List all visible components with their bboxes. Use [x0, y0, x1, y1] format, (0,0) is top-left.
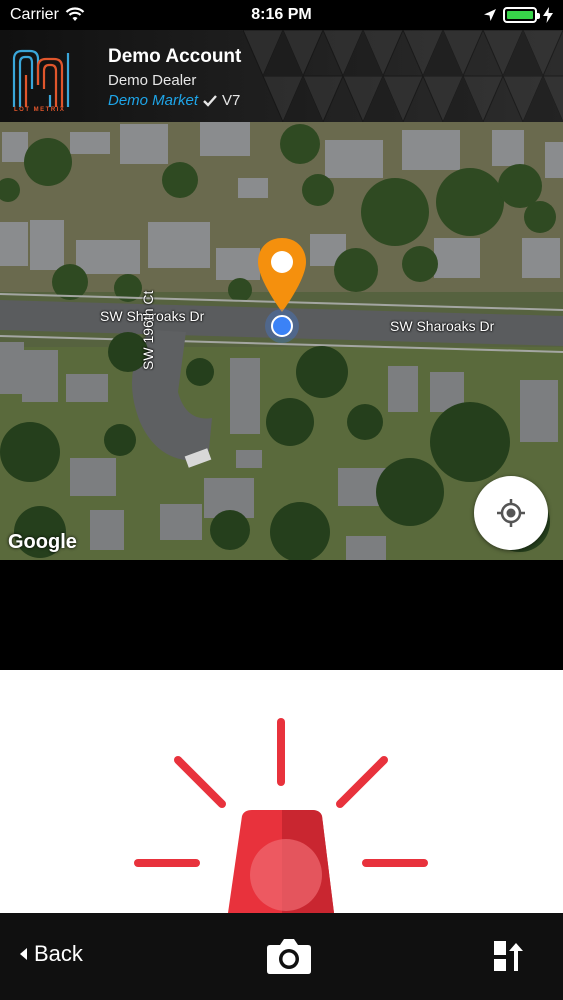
share-upload-icon[interactable] [492, 939, 524, 973]
app-version: V7 [222, 92, 241, 109]
wifi-icon [65, 7, 85, 21]
current-location-dot [271, 315, 293, 337]
status-bar: Carrier 8:16 PM [0, 0, 563, 30]
market-name[interactable]: Demo Market [108, 92, 198, 109]
camera-icon[interactable] [266, 937, 312, 975]
bottom-toolbar: Back [0, 913, 563, 1000]
header-pattern [243, 30, 563, 122]
checkmark-icon [203, 94, 217, 107]
satellite-map[interactable]: SW Sharoaks Dr SW Sharoaks Dr SW 196th C… [0, 122, 563, 560]
carrier-label: Carrier [10, 6, 59, 23]
account-name: Demo Account [108, 46, 242, 67]
market-line: Demo Market V7 [108, 92, 240, 109]
logo-caption: LOT METRIX [14, 107, 66, 113]
locate-me-button[interactable] [474, 476, 548, 550]
status-right [483, 7, 553, 23]
location-arrow-icon [484, 9, 496, 21]
chevron-left-icon [20, 948, 27, 960]
dealer-name: Demo Dealer [108, 72, 197, 89]
back-label: Back [34, 941, 83, 966]
road-label-court: SW 196th Ct [140, 290, 156, 370]
map-pin-icon[interactable] [256, 236, 308, 320]
road-label-sharoaks-right: SW Sharoaks Dr [390, 318, 495, 334]
charging-bolt-icon [543, 7, 553, 23]
alert-panel [0, 670, 563, 913]
crosshair-icon [497, 499, 525, 527]
battery-fill [507, 11, 533, 19]
siren-icon [134, 718, 428, 913]
back-button[interactable]: Back [20, 941, 83, 967]
battery-icon [503, 7, 540, 23]
account-header: LOT METRIX Demo Account Demo Dealer Demo… [0, 30, 563, 122]
spacer-panel [0, 560, 563, 670]
status-left: Carrier [10, 6, 85, 24]
google-attribution: Google [8, 531, 77, 553]
lot-metrix-logo [12, 49, 70, 107]
